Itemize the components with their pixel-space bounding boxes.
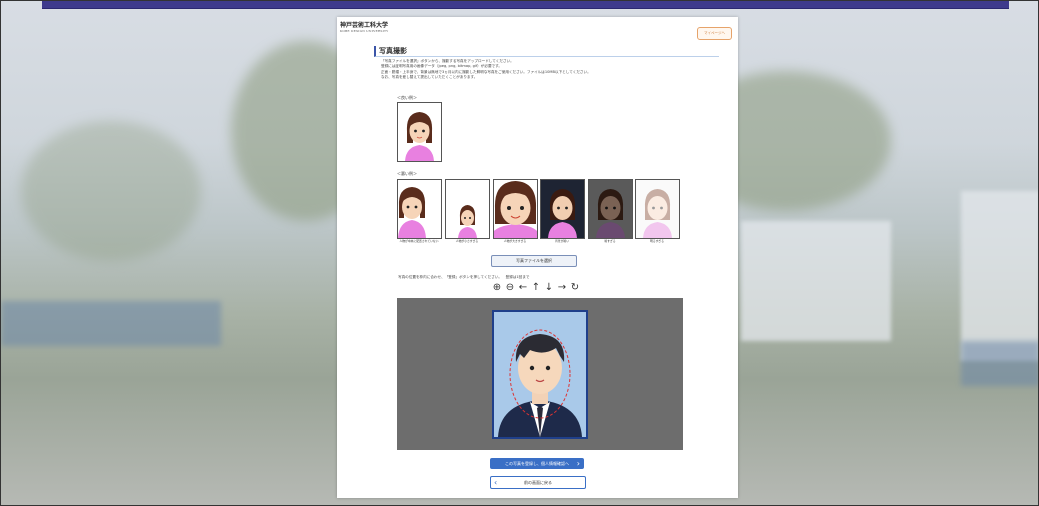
back-button[interactable]: ‹ 前の画面に戻る: [490, 476, 586, 489]
arrow-up-icon[interactable]: ↑: [531, 283, 541, 293]
rotate-icon[interactable]: ↻: [570, 283, 580, 293]
bad-example-photo-too-bright: [635, 179, 680, 239]
section-title: 写真撮影: [374, 46, 719, 57]
photo-toolbar: ⊕ ⊖ ← ↑ ↓ → ↻: [492, 283, 580, 293]
arrow-right-icon[interactable]: →: [557, 283, 567, 293]
select-photo-file-button[interactable]: 写真ファイルを選択: [491, 255, 577, 267]
bad-example-photo-dark-background: [540, 179, 585, 239]
photo-registration-page: 神戸芸術工科大学 KOBE DESIGN UNIVERSITY マイページへ 写…: [337, 17, 738, 498]
uploaded-portrait[interactable]: [492, 310, 588, 439]
university-logo: 神戸芸術工科大学 KOBE DESIGN UNIVERSITY: [340, 22, 389, 33]
bad-example-photo-off-center: [397, 179, 442, 239]
arrow-left-icon[interactable]: ←: [518, 283, 528, 293]
editor-hint: 写真の位置を枠内に合わせ、「登録」ボタンを押してください。 登録は1回まで: [398, 275, 530, 279]
zoom-in-icon[interactable]: ⊕: [492, 283, 502, 293]
instructions: 「写真ファイルを選択」ボタンから、撮影する写真をアップロードしてください。 登録…: [381, 59, 591, 79]
bad-example-photo-too-small: [445, 179, 490, 239]
chevron-left-icon: ‹: [494, 478, 498, 487]
screenshot-frame: 神戸芸術工科大学 KOBE DESIGN UNIVERSITY マイページへ 写…: [0, 0, 1039, 506]
arrow-down-icon[interactable]: ↓: [544, 283, 554, 293]
bad-example-label: ＜悪い例＞: [397, 171, 417, 176]
zoom-out-icon[interactable]: ⊖: [505, 283, 515, 293]
top-banner: [42, 1, 1009, 9]
good-example-label: ＜良い例＞: [397, 95, 417, 100]
good-example-photo: [397, 102, 442, 162]
mypage-button[interactable]: マイページへ: [697, 27, 732, 40]
register-and-continue-button[interactable]: この写真を登録し、個人情報確認へ ›: [490, 458, 584, 469]
bad-example-photo-too-large: [493, 179, 538, 239]
bad-example-photo-too-dark: [588, 179, 633, 239]
chevron-right-icon: ›: [576, 459, 580, 468]
bad-caption-6: 明るすぎる: [650, 239, 664, 243]
photo-crop-editor[interactable]: [397, 298, 683, 450]
